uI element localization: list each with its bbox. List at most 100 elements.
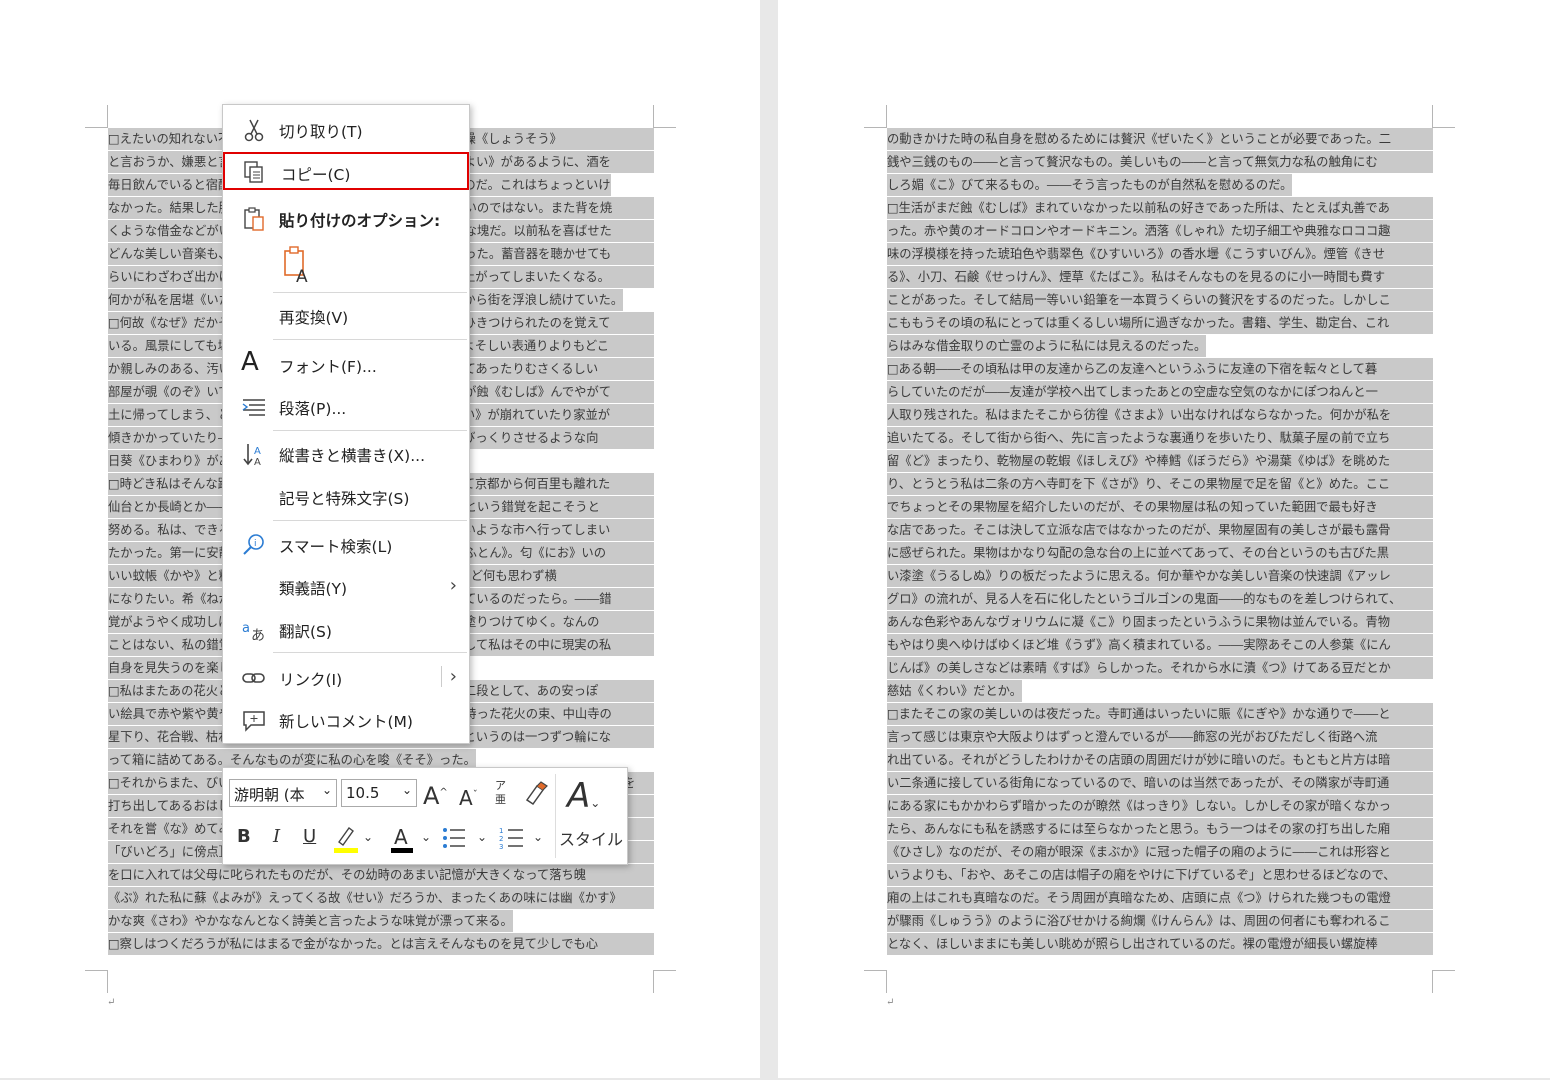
selected-text: 言って感じは東京や大阪よりはずっと澄んでいるが――飾窓の光がおびただしく街路へ流	[887, 726, 1433, 748]
selected-text: じんば》の美しさなどは素晴《すば》らしかった。それから水に漬《つ》けてある豆だと…	[887, 657, 1433, 679]
text-line: たら、あんなにも私を誘惑するには至らなかったと思う。もう一つはその家の打ち出した…	[887, 818, 1433, 841]
text-line: かな爽《さわ》やかななんとなく詩美と言ったような味覚が漂って来る。	[108, 910, 654, 933]
menu-separator	[273, 430, 467, 431]
menu-item-symbols[interactable]: 記号と特殊文字(S)	[223, 476, 469, 516]
menu-item-paste-options: 貼り付けのオプション:	[223, 198, 469, 238]
paragraph-icon	[241, 394, 267, 420]
styles-button[interactable]: スタイル	[559, 826, 623, 850]
text-line: グロ》の流れが、見る人を石に化したというゴルゴンの鬼面――的なものを差しつけられ…	[887, 588, 1433, 611]
chevron-right-icon[interactable]: ›	[440, 666, 457, 687]
menu-item-copy[interactable]: コピー(C)	[223, 152, 469, 190]
text-line: を口に入れては父母に叱られたものだが、その幼時のあまい記憶が大きくなって落ち魄	[108, 864, 654, 887]
bullets-icon[interactable]	[441, 826, 467, 855]
text-line: しろ媚《こ》びて来るもの。――そう言ったものが自然私を慰めるのだ。	[887, 174, 1433, 197]
text-line: □またそこの家の美しいのは夜だった。寺町通はいったいに賑《にぎや》かな通りで――…	[887, 703, 1433, 726]
chevron-down-icon[interactable]: ⌄	[533, 830, 543, 844]
text-line: 言って感じは東京や大阪よりはずっと澄んでいるが――飾窓の光がおびただしく街路へ流	[887, 726, 1433, 749]
selected-text: もやはり奥へゆけばゆくほど堆《うず》高く積まれている。――実際あそこの人参葉《に…	[887, 634, 1433, 656]
format-painter-icon[interactable]	[523, 780, 549, 811]
text-line: らしていたのだが――友達が学校へ出てしまったあとの空虚な空気のなかにぽつねんと一	[887, 381, 1433, 404]
selected-text: な店であった。そこは決して立派な店ではなかったのだが、果物屋固有の美しさが最も露…	[887, 519, 1433, 541]
menu-item-font[interactable]: A フォント(F)...	[223, 344, 469, 384]
text-line: い二条通に接している街角になっているので、暗いのは当然であったが、その隣家が寺町…	[887, 772, 1433, 795]
crop-mark-bottom-right	[1432, 970, 1455, 993]
font-size-combobox[interactable]: 10.5 ⌄	[341, 779, 417, 807]
font-name-value: 游明朝 (本	[234, 786, 305, 804]
svg-text:3: 3	[499, 843, 503, 850]
selected-text: こももうその頃の私にとっては重くるしい場所に過ぎなかった。書籍、学生、勘定台、こ…	[887, 312, 1433, 334]
clipboard-icon	[241, 206, 267, 232]
crop-mark-bottom-right	[653, 970, 676, 993]
chevron-down-icon[interactable]: ⌄	[477, 830, 487, 844]
selected-text: □またそこの家の美しいのは夜だった。寺町通はいったいに賑《にぎや》かな通りで――…	[887, 703, 1433, 725]
svg-text:i: i	[254, 539, 257, 549]
menu-item-smart-lookup[interactable]: i スマート検索(L)	[223, 524, 469, 564]
selected-text-block[interactable]: の動きかけた時の私自身を慰めるためには贅沢《ぜいたく》ということが必要であった。…	[887, 128, 1433, 956]
text-line: にある家にもかかわらず暗かったのが瞭然《はっきり》しない。しかしその家が暗くなか…	[887, 795, 1433, 818]
paste-text-only-icon: A	[281, 245, 315, 287]
text-direction-icon: AA	[241, 441, 267, 468]
text-line: 追いたてる。そして街から街へ、先に言ったような裏通りを歩いたり、駄菓子屋の前で立…	[887, 427, 1433, 450]
bold-button[interactable]: B	[237, 826, 251, 847]
text-line: 慈姑《くわい》だとか。	[887, 680, 1433, 703]
menu-item-label: 縦書きと横書き(X)...	[279, 447, 425, 465]
font-name-combobox[interactable]: 游明朝 (本 ⌄	[229, 779, 337, 807]
text-line: な店であった。そこは決して立派な店ではなかったのだが、果物屋固有の美しさが最も露…	[887, 519, 1433, 542]
menu-item-label: 記号と特殊文字(S)	[279, 490, 410, 508]
selected-text: となく、ほしいままにも美しい眺めが照らし出されているのだ。裸の電燈が細長い螺旋棒	[887, 933, 1433, 955]
context-menu: 切り取り(T) コピー(C) 貼り付けのオプション: A 再変換(V) A フォ…	[222, 104, 470, 744]
comment-icon	[241, 707, 267, 733]
menu-separator	[273, 292, 467, 293]
menu-item-link[interactable]: リンク(I) ›	[223, 657, 469, 697]
translate-icon: aあ	[241, 617, 267, 644]
crop-mark-top-left	[864, 105, 887, 128]
menu-item-label: 翻訳(S)	[279, 623, 332, 641]
selected-text: が驟雨《しゅうう》のように浴びせかける絢爛《けんらん》は、周囲の何者にも奪われる…	[887, 910, 1433, 932]
selected-text: る》、小刀、石鹸《せっけん》、煙草《たばこ》。私はそんなものを見るのに小一時間も…	[887, 266, 1433, 288]
menu-item-translate[interactable]: aあ 翻訳(S)	[223, 609, 469, 649]
selected-text: らしていたのだが――友達が学校へ出てしまったあとの空虚な空気のなかにぽつねんと一	[887, 381, 1433, 403]
font-color-icon[interactable]: A	[389, 824, 415, 859]
link-icon	[241, 665, 267, 691]
shrink-font-icon[interactable]: Aˇ	[459, 786, 478, 810]
phonetic-guide-button[interactable]: ア亜	[495, 779, 506, 807]
svg-text:A: A	[296, 267, 308, 285]
menu-item-cut[interactable]: 切り取り(T)	[223, 109, 469, 149]
text-line: い漆塗《うるしぬ》りの板だったように思える。何か華やかな美しい音楽の快速調《アッ…	[887, 565, 1433, 588]
paragraph-end-mark: ↵	[886, 997, 895, 1008]
selected-text: かな爽《さわ》やかななんとなく詩美と言ったような味覚が漂って来る。	[108, 910, 513, 932]
selected-text: ことがあった。そして結局一等いい鉛筆を一本買うくらいの贅沢をするのだった。しかし…	[887, 289, 1433, 311]
document-page-right[interactable]: の動きかけた時の私自身を慰めるためには贅沢《ぜいたく》ということが必要であった。…	[778, 0, 1550, 1078]
svg-text:2: 2	[499, 835, 503, 843]
grow-font-icon[interactable]: A^	[423, 782, 448, 810]
menu-item-reconvert[interactable]: 再変換(V)	[223, 295, 469, 335]
menu-separator	[273, 520, 467, 521]
numbering-icon[interactable]: 123	[499, 826, 525, 855]
mini-formatting-toolbar: 游明朝 (本 ⌄ 10.5 ⌄ A^ Aˇ ア亜 A⌄ スタイル B I U ⌄…	[222, 767, 628, 865]
text-line: った。赤や黄のオードコロンやオードキニン。洒落《しゃれ》た切子細工や典雅なロココ…	[887, 220, 1433, 243]
menu-item-label: コピー(C)	[281, 166, 351, 184]
selected-text: 《ひさし》なのだが、その廂が眼深《まぶか》に冠った帽子の廂のように――これは形容…	[887, 841, 1433, 863]
highlight-icon[interactable]	[333, 824, 359, 859]
menu-item-paragraph[interactable]: 段落(P)...	[223, 386, 469, 426]
menu-item-text-direction[interactable]: AA 縦書きと横書き(X)...	[223, 433, 469, 473]
italic-button[interactable]: I	[273, 826, 280, 847]
text-line: 留《ど》まったり、乾物屋の乾蝦《ほしえび》や棒鱈《ぼうだら》や湯葉《ゆば》を眺め…	[887, 450, 1433, 473]
menu-item-label: リンク(I)	[279, 671, 343, 689]
menu-item-new-comment[interactable]: 新しいコメント(M)	[223, 699, 469, 739]
paragraph-end-mark: ↵	[107, 997, 116, 1008]
selected-text: グロ》の流れが、見る人を石に化したというゴルゴンの鬼面――的なものを差しつけられ…	[887, 588, 1433, 610]
chevron-down-icon[interactable]: ⌄	[363, 830, 373, 844]
menu-separator	[273, 652, 467, 653]
text-line: でちょっとその果物屋を紹介したいのだが、その果物屋は私の知っていた範囲で最も好き	[887, 496, 1433, 519]
underline-button[interactable]: U	[303, 826, 316, 847]
crop-mark-top-right	[653, 105, 676, 128]
paste-keep-text-only-button[interactable]: A	[223, 241, 469, 289]
chevron-down-icon[interactable]: ⌄	[421, 830, 431, 844]
selected-text: たら、あんなにも私を誘惑するには至らなかったと思う。もう一つはその家の打ち出した…	[887, 818, 1433, 840]
styles-icon[interactable]: A⌄	[567, 776, 600, 816]
selected-text: の動きかけた時の私自身を慰めるためには贅沢《ぜいたく》ということが必要であった。…	[887, 128, 1433, 150]
phonetic-guide-top: ア	[495, 779, 506, 792]
menu-item-synonyms[interactable]: 類義語(Y) ›	[223, 566, 469, 606]
text-line: あんな色彩やあんなヴォリウムに凝《こ》り固まったというふうに果物は並んでいる。青…	[887, 611, 1433, 634]
